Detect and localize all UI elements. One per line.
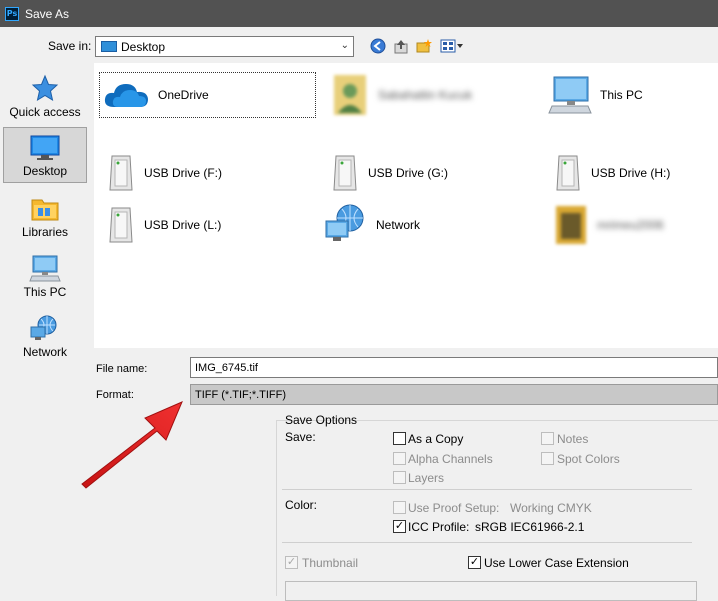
icc-profile-label: ICC Profile: — [408, 520, 470, 534]
save-label: Save: — [285, 430, 316, 444]
list-item-usb-f[interactable]: USB Drive (F:) — [106, 150, 324, 196]
place-this-pc[interactable]: This PC — [3, 247, 87, 303]
place-label: Network — [22, 345, 67, 359]
list-item-usb-l[interactable]: USB Drive (L:) — [106, 202, 324, 248]
libraries-icon — [31, 199, 59, 221]
title-bar: Ps Save As — [0, 0, 718, 27]
place-label: Libraries — [21, 225, 69, 239]
save-in-value: Desktop — [121, 39, 166, 54]
notes-checkbox[interactable] — [541, 432, 554, 445]
usb-drive-icon — [556, 155, 580, 191]
layers-label: Layers — [408, 471, 445, 485]
usb-drive-icon — [333, 155, 357, 191]
save-in-dropdown[interactable]: Desktop ⌄ — [95, 36, 354, 57]
up-folder-icon — [394, 40, 408, 54]
file-name-input[interactable]: IMG_6745.tif — [190, 357, 718, 378]
list-item-label: OneDrive — [158, 88, 209, 102]
view-menu-button[interactable] — [440, 38, 464, 54]
place-label: Quick access — [9, 105, 81, 119]
save-options-heading: Save Options — [285, 413, 358, 427]
icc-profile-value: sRGB IEC61966-2.1 — [475, 520, 585, 534]
folder-icon — [556, 206, 586, 244]
icc-profile-checkbox[interactable]: ✓ — [393, 520, 406, 533]
list-item-label: USB Drive (F:) — [144, 166, 222, 180]
dialog-body: Save in: Desktop ⌄ Quick access Desktop … — [0, 27, 718, 601]
up-folder-button[interactable] — [393, 38, 409, 54]
as-a-copy-label: As a Copy — [408, 432, 464, 446]
use-proof-setup-label: Use Proof Setup: — [408, 501, 500, 515]
place-network[interactable]: Network — [3, 307, 87, 363]
usb-drive-icon — [109, 155, 133, 191]
alpha-channels-label: Alpha Channels — [408, 452, 493, 466]
quick-access-icon — [31, 74, 59, 102]
list-item-label: mrimeu2006 — [597, 218, 664, 232]
list-item-usb-g[interactable]: USB Drive (G:) — [330, 150, 548, 196]
list-item-label: Network — [376, 218, 421, 232]
list-item-this-pc[interactable]: This PC — [548, 72, 718, 118]
new-folder-button[interactable] — [416, 38, 432, 54]
user-folder-icon — [334, 75, 366, 115]
place-label: Desktop — [22, 164, 68, 178]
this-pc-icon — [29, 255, 61, 282]
back-button[interactable] — [370, 38, 386, 54]
notes-label: Notes — [557, 432, 589, 446]
thumbnail-checkbox[interactable]: ✓ — [285, 556, 298, 569]
back-icon — [370, 38, 386, 54]
onedrive-icon — [104, 84, 148, 107]
new-folder-icon — [416, 39, 432, 53]
place-desktop[interactable]: Desktop — [3, 127, 87, 183]
place-quick-access[interactable]: Quick access — [3, 67, 87, 123]
alpha-channels-checkbox[interactable] — [393, 452, 406, 465]
thumbnail-label: Thumbnail — [302, 556, 359, 570]
list-item-user-folder[interactable]: Sabahattin Kucuk — [330, 72, 548, 118]
format-label: Format: — [96, 389, 134, 401]
view-menu-icon — [440, 39, 463, 53]
lower-case-extension-label: Use Lower Case Extension — [484, 556, 629, 570]
as-a-copy-checkbox[interactable] — [393, 432, 406, 445]
photoshop-app-icon: Ps — [5, 6, 19, 21]
list-item-label: This PC — [600, 88, 643, 102]
options-divider — [282, 542, 692, 543]
lower-case-extension-checkbox[interactable]: ✓ — [468, 556, 481, 569]
desktop-icon — [30, 135, 60, 160]
spot-colors-label: Spot Colors — [557, 452, 620, 466]
list-item-label: USB Drive (G:) — [368, 166, 449, 180]
use-proof-setup-checkbox[interactable] — [393, 501, 406, 514]
chevron-down-icon: ⌄ — [340, 40, 349, 51]
format-dropdown[interactable]: TIFF (*.TIF;*.TIFF) — [190, 384, 718, 405]
list-item-onedrive[interactable]: OneDrive — [99, 72, 316, 118]
save-in-label: Save in: — [48, 39, 92, 53]
list-item-label: USB Drive (H:) — [591, 166, 671, 180]
list-item-blurred-folder[interactable]: mrimeu2006 — [553, 202, 718, 248]
network-icon — [30, 315, 57, 340]
place-libraries[interactable]: Libraries — [3, 187, 87, 243]
list-item-network[interactable]: Network — [324, 202, 542, 248]
list-item-usb-h[interactable]: USB Drive (H:) — [553, 150, 718, 196]
color-label: Color: — [285, 498, 318, 512]
list-item-label: Sabahattin Kucuk — [378, 88, 473, 102]
place-label: This PC — [23, 285, 67, 299]
spot-colors-checkbox[interactable] — [541, 452, 554, 465]
list-item-label: USB Drive (L:) — [144, 218, 222, 232]
usb-drive-icon — [109, 207, 133, 243]
places-bar: Quick access Desktop Libraries This PC N… — [0, 63, 90, 359]
network-icon — [325, 204, 364, 241]
window-title: Save As — [25, 6, 70, 21]
this-pc-icon — [548, 76, 592, 114]
layers-checkbox[interactable] — [393, 471, 406, 484]
file-list: OneDrive Sabahattin Kucuk This PC USB Dr… — [94, 63, 718, 348]
desktop-mini-icon — [101, 41, 117, 52]
proof-setup-value: Working CMYK — [510, 501, 592, 515]
options-bottom-box — [285, 581, 697, 601]
file-name-label: File name: — [96, 363, 148, 375]
options-divider — [282, 489, 692, 490]
